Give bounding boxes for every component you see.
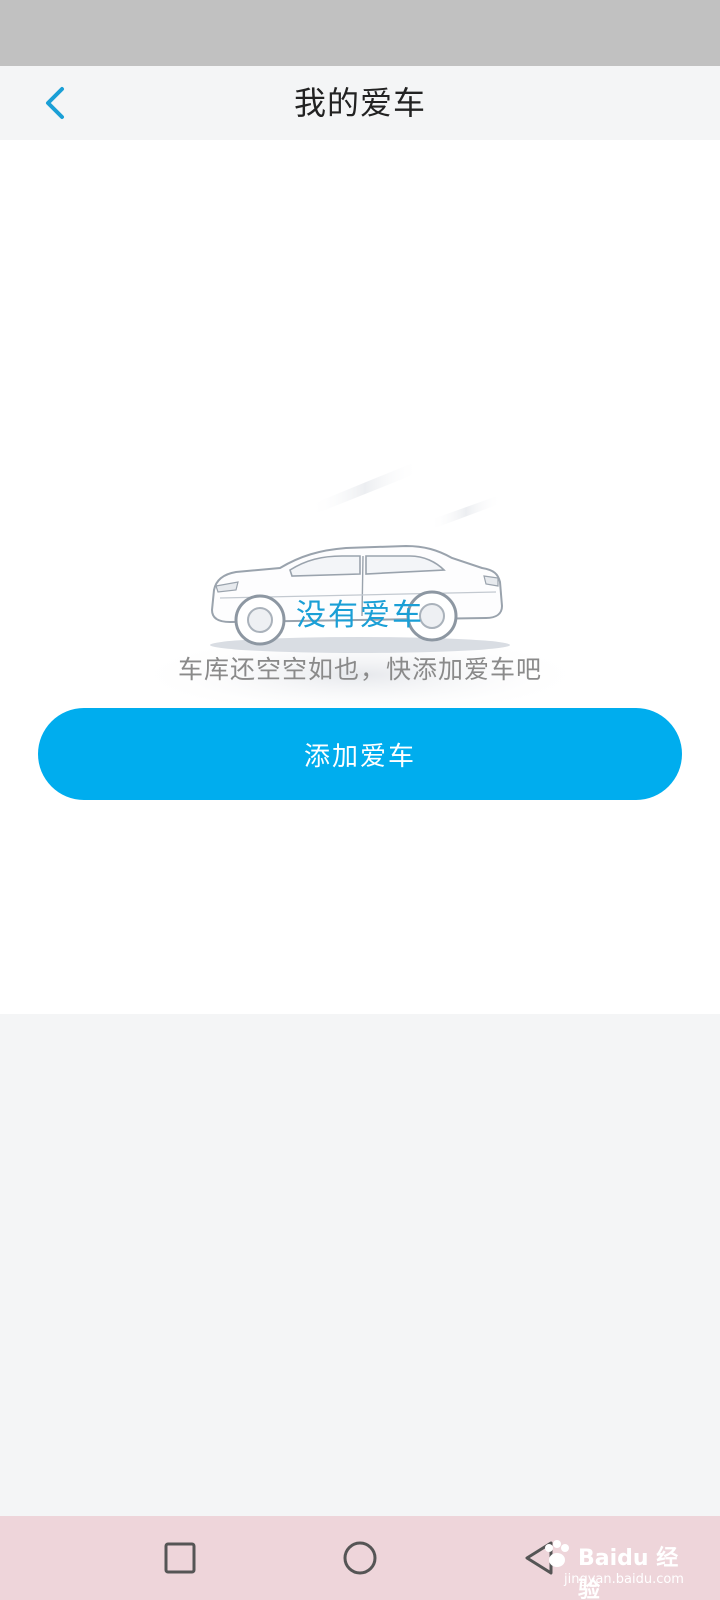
watermark-brand: Baidu 经验 — [578, 1546, 679, 1600]
page-title: 我的爱车 — [293, 84, 426, 122]
square-icon — [164, 1542, 196, 1574]
circle-icon — [343, 1541, 377, 1575]
empty-state-card: 没有爱车 车库还空空如也，快添加爱车吧 添加爱车 — [0, 140, 720, 1014]
watermark-url: jingyan.baidu.com — [564, 1572, 684, 1587]
paw-logo-icon — [545, 1540, 569, 1567]
add-car-button[interactable]: 添加爱车 — [38, 708, 682, 800]
empty-state-subtitle: 车库还空空如也，快添加爱车吧 — [177, 655, 542, 684]
header-bar: 我的爱车 — [0, 66, 720, 140]
status-bar — [0, 0, 720, 66]
recent-apps-button[interactable] — [152, 1530, 208, 1586]
empty-state-title: 没有爱车 — [296, 598, 424, 633]
baidu-watermark: Baidu 经验 jingyan.baidu.com — [540, 1536, 684, 1600]
home-button[interactable] — [332, 1530, 388, 1586]
